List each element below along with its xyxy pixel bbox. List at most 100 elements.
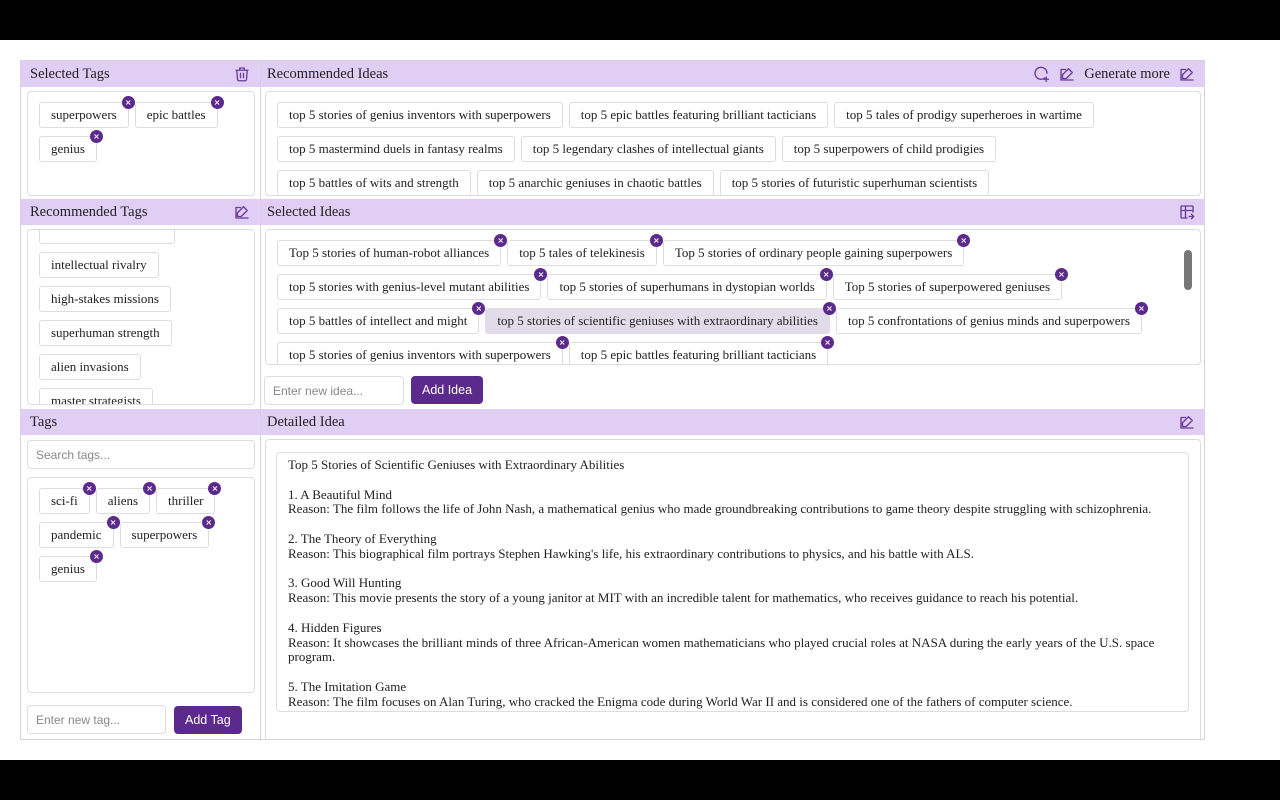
recommended-idea-chip[interactable]: top 5 epic battles featuring brilliant t… xyxy=(568,102,829,128)
new-idea-input[interactable] xyxy=(264,376,404,405)
selected-tag-chip[interactable]: genius × xyxy=(39,130,103,162)
remove-icon[interactable]: × xyxy=(957,234,971,247)
generate-more-edit-icon[interactable] xyxy=(1178,65,1196,83)
detailed-idea-title: Detailed Idea xyxy=(267,413,345,430)
remove-icon[interactable]: × xyxy=(819,268,833,281)
detailed-idea-outer: Top 5 Stories of Scientific Geniuses wit… xyxy=(265,439,1201,739)
recommended-idea-chip[interactable]: top 5 battles of wits and strength xyxy=(277,170,471,196)
refresh-add-icon[interactable] xyxy=(1032,65,1050,83)
remove-icon[interactable]: × xyxy=(210,96,224,109)
selected-idea-chip[interactable]: top 5 epic battles featuring brilliant t… xyxy=(568,336,835,364)
add-tag-button[interactable]: Add Tag xyxy=(174,706,242,734)
recommended-tags-title: Recommended Tags xyxy=(30,203,148,220)
recommended-tag-chip[interactable]: alien invasions xyxy=(39,354,141,380)
recommended-idea-chip[interactable]: top 5 superpowers of child prodigies xyxy=(781,136,997,162)
table-export-icon[interactable] xyxy=(1178,203,1196,221)
remove-icon[interactable]: × xyxy=(822,302,836,315)
chip-label: top 5 superpowers of child prodigies xyxy=(793,141,985,156)
selected-idea-chip[interactable]: Top 5 stories of human-robot alliances × xyxy=(277,234,508,266)
tag-chip[interactable]: sci-fi × xyxy=(39,482,96,514)
remove-icon[interactable]: × xyxy=(494,234,508,247)
remove-icon[interactable]: × xyxy=(208,482,222,495)
recommended-idea-chip[interactable]: top 5 anarchic geniuses in chaotic battl… xyxy=(476,170,714,196)
chip-label: top 5 mastermind duels in fantasy realms xyxy=(289,141,503,156)
search-tags-input[interactable] xyxy=(27,440,255,469)
recommended-ideas-title: Recommended Ideas xyxy=(267,65,389,82)
remove-icon[interactable]: × xyxy=(1134,302,1148,315)
chip-label: genius xyxy=(51,141,85,156)
detailed-idea-textarea[interactable]: Top 5 Stories of Scientific Geniuses wit… xyxy=(276,452,1189,712)
recommended-tag-chip[interactable]: high-stakes missions xyxy=(39,286,171,312)
chip-label: top 5 stories of futuristic superhuman s… xyxy=(731,175,978,190)
chip-label: pandemic xyxy=(51,527,102,542)
chip-label: top 5 epic battles featuring brilliant t… xyxy=(580,347,817,362)
selected-tag-chip[interactable]: epic battles × xyxy=(134,96,224,128)
generate-more-button[interactable]: Generate more xyxy=(1084,66,1170,83)
chip-label: high-stakes missions xyxy=(51,291,159,306)
remove-icon[interactable]: × xyxy=(1055,268,1069,281)
remove-icon[interactable]: × xyxy=(143,482,157,495)
remove-icon[interactable]: × xyxy=(82,482,96,495)
add-idea-button[interactable]: Add Idea xyxy=(411,376,484,404)
remove-icon[interactable]: × xyxy=(821,336,835,349)
recommended-tag-chip[interactable]: intellectual rivalry xyxy=(39,252,159,278)
selected-idea-chip[interactable]: top 5 stories of genius inventors with s… xyxy=(277,336,569,364)
tag-chip[interactable]: genius × xyxy=(39,550,103,582)
remove-icon[interactable]: × xyxy=(555,336,569,349)
chip-label: epic battles xyxy=(146,107,206,122)
selected-ideas-box: Top 5 stories of human-robot alliances × t… xyxy=(265,229,1201,365)
chip-label: master strategists xyxy=(51,393,141,405)
edit-icon[interactable] xyxy=(1178,413,1196,431)
remove-icon[interactable]: × xyxy=(89,130,103,143)
selected-idea-chip[interactable]: Top 5 stories of superpowered geniuses × xyxy=(832,268,1069,300)
chip-label: top 5 legendary clashes of intellectual … xyxy=(532,141,764,156)
recommended-ideas-header: Recommended Ideas Generate more xyxy=(261,61,1205,87)
selected-idea-chip[interactable]: top 5 confrontations of genius minds and… xyxy=(835,302,1148,334)
trash-icon[interactable] xyxy=(233,65,251,83)
recommended-ideas-box: top 5 stories of genius inventors with s… xyxy=(265,91,1201,196)
chip-label: Top 5 stories of human-robot alliances xyxy=(289,245,490,260)
selected-idea-chip[interactable]: top 5 tales of telekinesis × xyxy=(507,234,663,266)
recommended-tag-chip[interactable] xyxy=(39,230,175,244)
scrollbar[interactable] xyxy=(1184,250,1192,290)
recommended-tag-chip[interactable]: master strategists xyxy=(39,388,153,405)
edit-icon[interactable] xyxy=(1058,65,1076,83)
recommended-idea-chip[interactable]: top 5 stories of genius inventors with s… xyxy=(277,102,563,128)
selected-idea-chip[interactable]: top 5 stories of scientific geniuses wit… xyxy=(485,302,836,334)
edit-icon[interactable] xyxy=(233,203,251,221)
tag-chip[interactable]: superpowers × xyxy=(119,516,216,548)
detailed-idea-panel: Detailed Idea Top 5 Stories of Scientifi… xyxy=(261,409,1205,741)
remove-icon[interactable]: × xyxy=(89,550,103,563)
remove-icon[interactable]: × xyxy=(202,516,216,529)
chip-label: Top 5 stories of superpowered geniuses xyxy=(844,279,1051,294)
new-tag-input[interactable] xyxy=(27,705,166,734)
recommended-tags-box[interactable]: intellectual rivalry high-stakes missions… xyxy=(27,229,255,405)
recommended-idea-chip[interactable]: top 5 stories of futuristic superhuman s… xyxy=(719,170,990,196)
chip-label: top 5 battles of intellect and might xyxy=(289,313,468,328)
selected-idea-chip[interactable]: top 5 battles of intellect and might × xyxy=(277,302,486,334)
tag-chip[interactable]: aliens × xyxy=(95,482,157,514)
recommended-idea-chip[interactable]: top 5 tales of prodigy superheroes in wa… xyxy=(834,102,1094,128)
chip-label: sci-fi xyxy=(51,493,78,508)
chip-label: genius xyxy=(51,561,85,576)
remove-icon[interactable]: × xyxy=(106,516,120,529)
recommended-idea-chip[interactable]: top 5 legendary clashes of intellectual … xyxy=(520,136,776,162)
selected-idea-chip[interactable]: Top 5 stories of ordinary people gaining… xyxy=(662,234,971,266)
selected-idea-chip[interactable]: top 5 stories of superhumans in dystopia… xyxy=(547,268,833,300)
remove-icon[interactable]: × xyxy=(472,302,486,315)
remove-icon[interactable]: × xyxy=(534,268,548,281)
chip-label: top 5 anarchic geniuses in chaotic battl… xyxy=(488,175,702,190)
chip-label: top 5 stories with genius-level mutant a… xyxy=(289,279,530,294)
chip-label: superpowers xyxy=(51,107,117,122)
tag-chip[interactable]: thriller × xyxy=(156,482,222,514)
selected-tag-chip[interactable]: superpowers × xyxy=(39,96,135,128)
chip-label: alien invasions xyxy=(51,359,129,374)
remove-icon[interactable]: × xyxy=(649,234,663,247)
recommended-tag-chip[interactable]: superhuman strength xyxy=(39,320,172,346)
remove-icon[interactable]: × xyxy=(121,96,135,109)
chip-label: top 5 tales of prodigy superheroes in wa… xyxy=(846,107,1082,122)
chip-label: superhuman strength xyxy=(51,325,160,340)
tag-chip[interactable]: pandemic × xyxy=(39,516,120,548)
selected-idea-chip[interactable]: top 5 stories with genius-level mutant a… xyxy=(277,268,548,300)
recommended-idea-chip[interactable]: top 5 mastermind duels in fantasy realms xyxy=(277,136,515,162)
